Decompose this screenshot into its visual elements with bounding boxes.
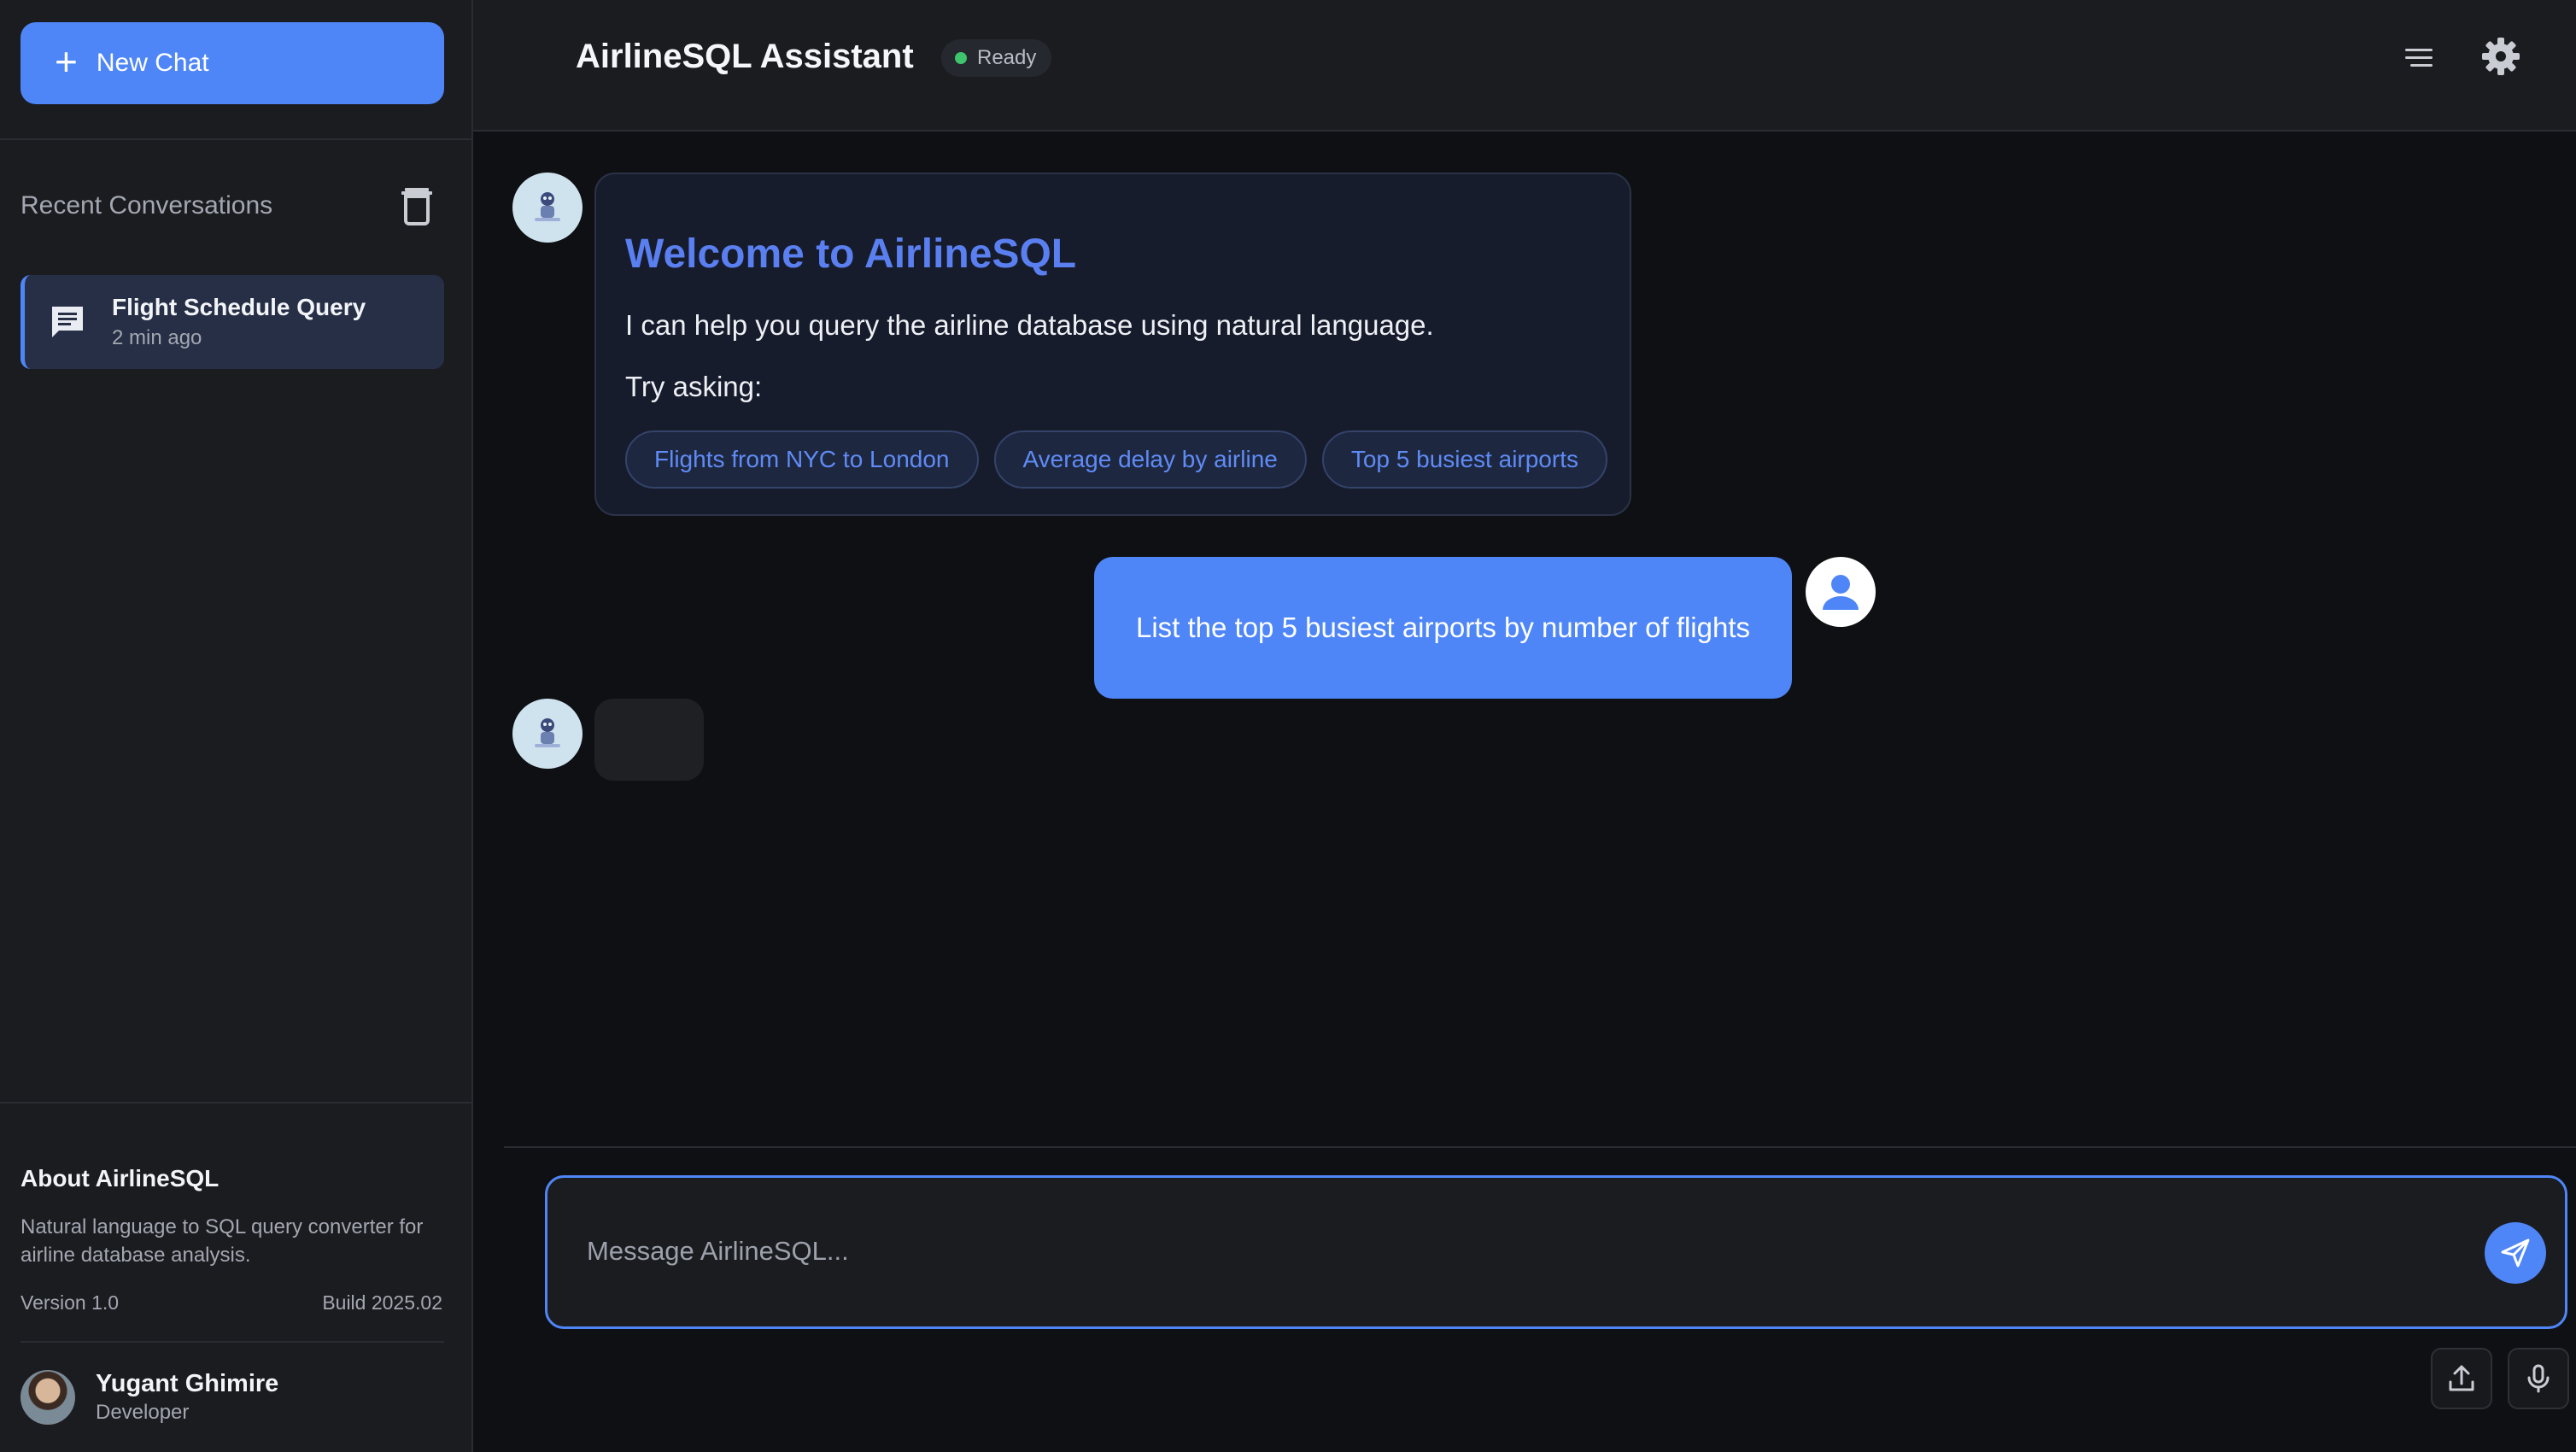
new-chat-label: New Chat	[96, 49, 209, 77]
try-asking-label: Try asking:	[625, 371, 763, 402]
trash-icon	[401, 188, 432, 225]
status-text: Ready	[977, 46, 1037, 69]
divider	[504, 1146, 2576, 1148]
conversation-time: 2 min ago	[112, 326, 202, 349]
robot-icon	[535, 718, 560, 747]
welcome-text: I can help you query the airline databas…	[625, 309, 1434, 341]
user-name: Yugant Ghimire	[96, 1370, 279, 1397]
welcome-card: Welcome to AirlineSQL I can help you que…	[594, 173, 1631, 516]
upload-icon	[2449, 1365, 2474, 1391]
avatar[interactable]	[20, 1370, 75, 1425]
bot-avatar	[512, 173, 583, 243]
typing-indicator	[594, 699, 704, 781]
about-description: Natural language to SQL query converter …	[20, 1215, 424, 1267]
suggestion-chip[interactable]: Top 5 busiest airports	[1321, 430, 1607, 489]
upload-button[interactable]	[2431, 1348, 2492, 1409]
divider	[20, 1341, 444, 1343]
clear-conversations-button[interactable]	[398, 184, 436, 225]
conversation-text: Flight Schedule Query 2 min ago	[112, 294, 366, 350]
page-title: AirlineSQL Assistant	[576, 38, 914, 75]
new-chat-button[interactable]: + New Chat	[20, 22, 444, 104]
status-badge: Ready	[941, 39, 1052, 77]
welcome-title: Welcome to AirlineSQL	[625, 231, 1077, 277]
divider	[0, 138, 471, 140]
about-title: About AirlineSQL	[20, 1165, 220, 1191]
user-icon	[1823, 575, 1859, 610]
menu-lines-icon[interactable]	[2402, 41, 2436, 75]
header: AirlineSQL Assistant Ready	[473, 0, 2576, 132]
user-message: List the top 5 busiest airports by numbe…	[1094, 557, 1792, 699]
message-composer	[545, 1175, 2567, 1329]
user-role: Developer	[96, 1401, 190, 1424]
send-button[interactable]	[2485, 1222, 2546, 1284]
status-dot-icon	[955, 52, 967, 64]
message-input[interactable]	[587, 1227, 2466, 1275]
suggestion-chips: Flights from NYC to London Average delay…	[625, 430, 1607, 489]
suggestion-chip[interactable]: Average delay by airline	[993, 430, 1307, 489]
send-icon	[2501, 1238, 2530, 1268]
divider	[0, 1102, 471, 1104]
gear-icon[interactable]	[2480, 36, 2521, 77]
suggestion-chip[interactable]: Flights from NYC to London	[625, 430, 979, 489]
conversation-title: Flight Schedule Query	[112, 294, 366, 320]
version-label: Version 1.0	[20, 1291, 120, 1314]
plus-icon: +	[55, 39, 78, 84]
build-label: Build 2025.02	[322, 1291, 442, 1314]
bot-avatar	[512, 699, 583, 769]
sidebar: + New Chat Recent Conversations Flight S…	[0, 0, 473, 1452]
user-message-avatar	[1806, 557, 1876, 627]
microphone-icon	[2527, 1364, 2550, 1393]
chat-bubble-icon	[52, 307, 83, 337]
conversation-item[interactable]: Flight Schedule Query 2 min ago	[20, 275, 444, 369]
robot-icon	[535, 192, 560, 221]
recent-conversations-heading: Recent Conversations	[20, 191, 273, 220]
microphone-button[interactable]	[2508, 1348, 2569, 1409]
